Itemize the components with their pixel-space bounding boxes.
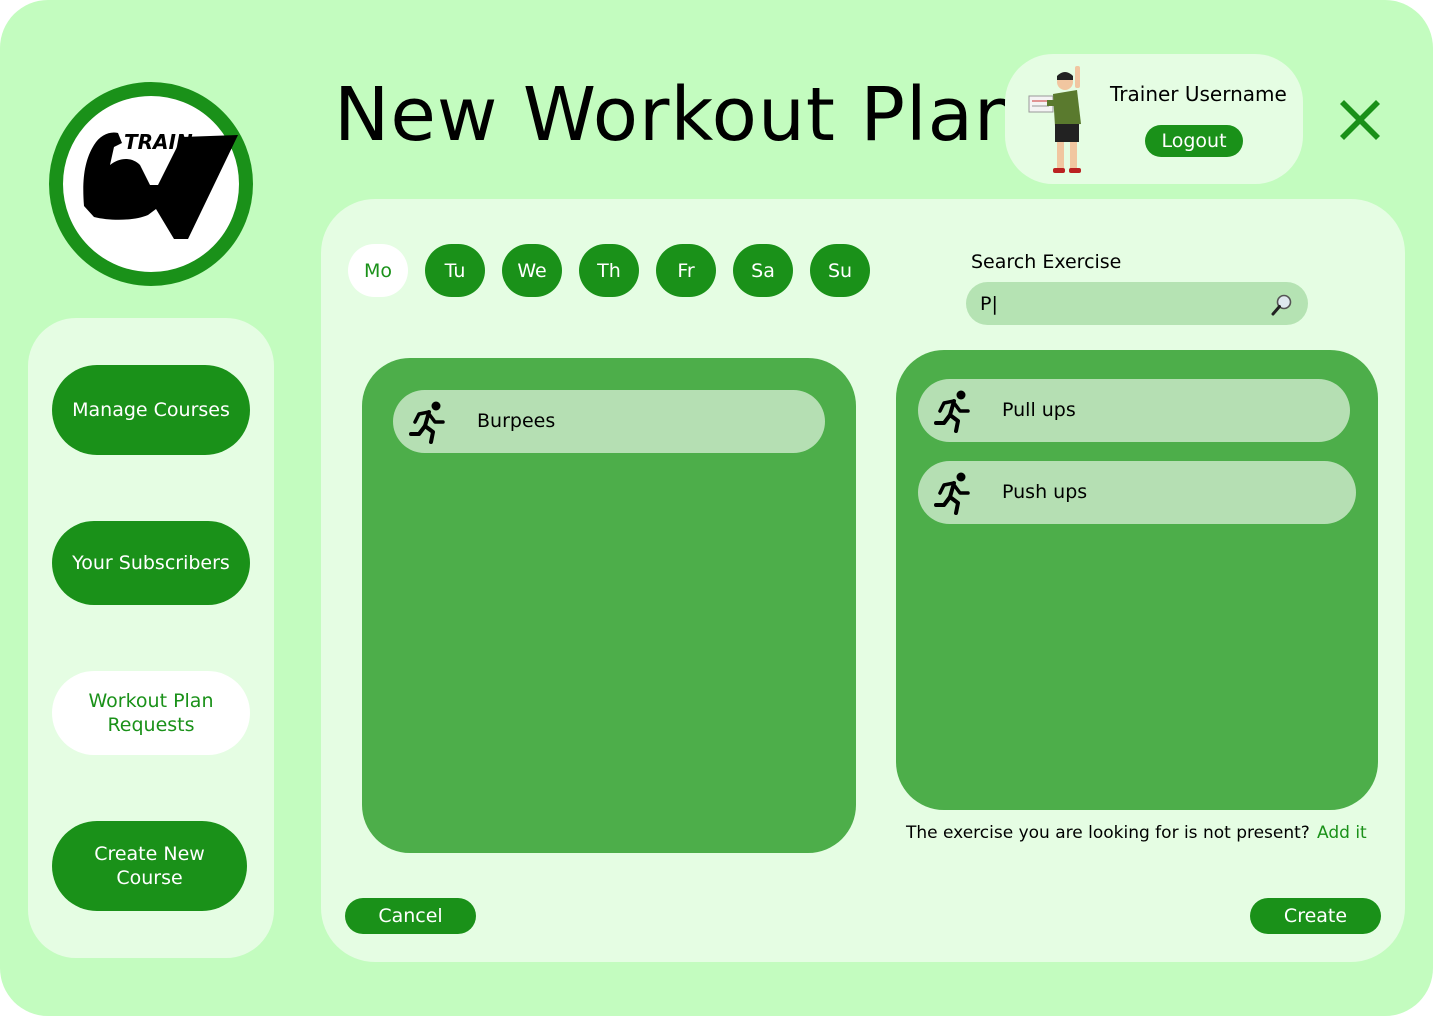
page-title: New Workout Plan xyxy=(334,72,1022,158)
plan-exercise-item[interactable]: Burpees xyxy=(393,390,825,453)
close-icon[interactable] xyxy=(1336,96,1384,144)
search-box xyxy=(966,282,1308,325)
plan-exercise-list: Burpees xyxy=(362,358,856,853)
app-window: TRAIN New Workout Plan Trainer Username … xyxy=(0,0,1433,1016)
logout-button[interactable]: Logout xyxy=(1145,125,1243,157)
day-button-we[interactable]: We xyxy=(502,244,562,297)
day-button-tu[interactable]: Tu xyxy=(425,244,485,297)
search-icon[interactable] xyxy=(1270,293,1294,317)
search-results-list: Pull ups Push ups xyxy=(896,350,1378,810)
not-present-text: The exercise you are looking for is not … xyxy=(906,823,1310,843)
day-button-th[interactable]: Th xyxy=(579,244,639,297)
logo-text: TRAIN xyxy=(124,130,193,154)
sidebar: Manage Courses Your Subscribers Workout … xyxy=(28,318,274,958)
day-button-fr[interactable]: Fr xyxy=(656,244,716,297)
user-card: Trainer Username Logout xyxy=(1005,54,1303,184)
username: Trainer Username xyxy=(1110,82,1287,106)
day-button-su[interactable]: Su xyxy=(810,244,870,297)
result-exercise-item[interactable]: Push ups xyxy=(918,461,1356,524)
exercise-name: Push ups xyxy=(1002,481,1088,503)
add-exercise-link[interactable]: Add it xyxy=(1317,823,1367,843)
sidebar-item-label: Your Subscribers xyxy=(72,552,230,574)
cancel-button[interactable]: Cancel xyxy=(345,898,476,934)
running-icon xyxy=(934,472,970,515)
search-label: Search Exercise xyxy=(971,251,1122,273)
sidebar-item-label: Manage Courses xyxy=(72,399,230,421)
search-input[interactable] xyxy=(980,282,1260,325)
sidebar-item-label: Workout Plan Requests xyxy=(88,690,214,736)
sidebar-item-label: Create New Course xyxy=(94,843,205,889)
exercise-name: Pull ups xyxy=(1002,399,1076,421)
sidebar-item-workout-plan-requests[interactable]: Workout Plan Requests xyxy=(52,671,250,755)
sidebar-item-manage-courses[interactable]: Manage Courses xyxy=(52,365,250,455)
running-icon xyxy=(409,401,445,444)
create-button[interactable]: Create xyxy=(1250,898,1381,934)
exercise-name: Burpees xyxy=(477,410,556,432)
running-icon xyxy=(934,390,970,433)
result-exercise-item[interactable]: Pull ups xyxy=(918,379,1350,442)
day-button-mo[interactable]: Mo xyxy=(348,244,408,297)
trainer-avatar xyxy=(1028,66,1081,173)
sidebar-item-create-new-course[interactable]: Create New Course xyxy=(52,821,247,911)
train-logo: TRAIN xyxy=(49,82,253,286)
day-button-sa[interactable]: Sa xyxy=(733,244,793,297)
sidebar-item-your-subscribers[interactable]: Your Subscribers xyxy=(52,521,250,605)
main-panel: Mo Tu We Th Fr Sa Su Search Exercise P| … xyxy=(321,199,1405,962)
